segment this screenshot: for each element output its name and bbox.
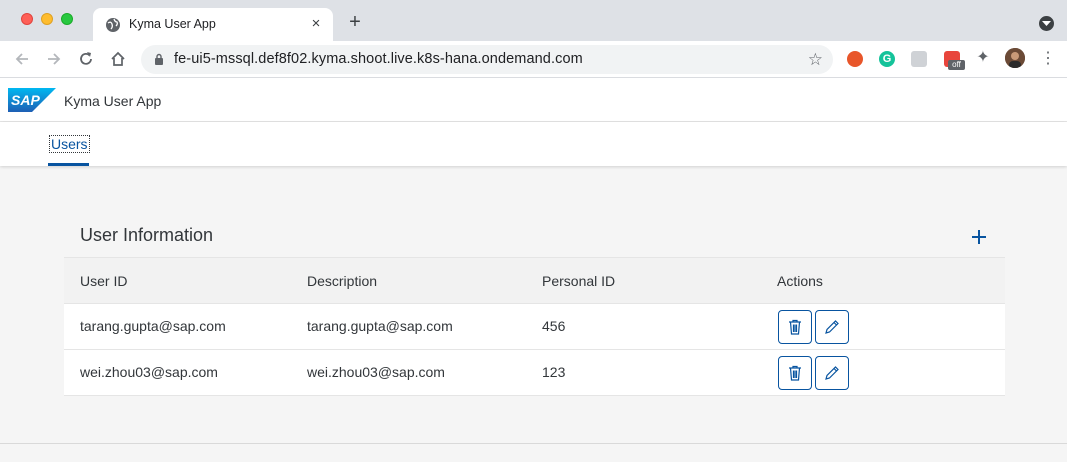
table-row[interactable]: wei.zhou03@sap.com wei.zhou03@sap.com 12… <box>64 350 1005 396</box>
tab-users-label: Users <box>49 135 90 153</box>
browser-titlebar: Kyma User App × + <box>0 0 1067 41</box>
bookmark-star-icon[interactable]: ☆ <box>808 50 823 70</box>
lock-icon <box>155 53 163 65</box>
delete-icon <box>789 319 801 335</box>
globe-icon <box>106 18 120 32</box>
app-title: Kyma User App <box>64 93 162 109</box>
grammarly-icon[interactable]: G <box>879 51 895 67</box>
column-header-description: Description <box>307 273 378 289</box>
cell-user-id: wei.zhou03@sap.com <box>80 364 218 380</box>
shellbar: SAP Kyma User App <box>0 78 1067 122</box>
url-text: fe-ui5-mssql.def8f02.kyma.shoot.live.k8s… <box>174 51 583 67</box>
table-header: User ID Description Personal ID Actions <box>64 257 1005 304</box>
table-title: User Information <box>80 225 214 245</box>
column-header-user-id: User ID <box>80 273 128 289</box>
window-close-button[interactable] <box>21 13 33 25</box>
tab-close-button[interactable]: × <box>307 15 325 33</box>
users-table: User ID Description Personal ID Actions … <box>64 257 1005 396</box>
extension-badge: off <box>948 60 965 70</box>
cell-personal-id: 456 <box>542 318 566 334</box>
tab-title: Kyma User App <box>129 17 216 31</box>
cell-description: wei.zhou03@sap.com <box>307 364 445 380</box>
sap-logo[interactable]: SAP <box>8 88 56 112</box>
column-header-actions: Actions <box>777 273 823 289</box>
browser-menu-button[interactable]: ⋮ <box>1040 50 1056 68</box>
puzzle-icon[interactable]: ✦ <box>975 50 991 66</box>
home-icon[interactable] <box>109 50 127 68</box>
window-minimize-button[interactable] <box>41 13 53 25</box>
edit-icon <box>825 320 839 334</box>
reload-icon[interactable] <box>77 50 95 68</box>
cell-personal-id: 123 <box>542 364 566 380</box>
cell-description: tarang.gupta@sap.com <box>307 318 453 334</box>
extension-icon[interactable] <box>911 51 927 67</box>
footer-divider <box>0 443 1067 444</box>
back-icon[interactable] <box>13 50 31 68</box>
browser-toolbar: fe-ui5-mssql.def8f02.kyma.shoot.live.k8s… <box>0 41 1067 78</box>
icon-tab-bar: Users <box>0 122 1067 166</box>
browser-tab[interactable]: Kyma User App × <box>93 8 333 41</box>
window-zoom-button[interactable] <box>61 13 73 25</box>
forward-icon[interactable] <box>45 50 63 68</box>
extension-icon[interactable] <box>847 51 863 67</box>
chevron-down-icon <box>1042 21 1051 26</box>
add-user-button[interactable] <box>966 224 992 250</box>
delete-button[interactable] <box>778 310 812 344</box>
profile-icon <box>1005 48 1025 68</box>
address-bar[interactable]: fe-ui5-mssql.def8f02.kyma.shoot.live.k8s… <box>141 45 833 74</box>
edit-icon <box>825 366 839 380</box>
tab-users[interactable]: Users <box>48 122 90 166</box>
delete-icon <box>789 365 801 381</box>
edit-button[interactable] <box>815 356 849 390</box>
table-row[interactable]: tarang.gupta@sap.com tarang.gupta@sap.co… <box>64 304 1005 350</box>
new-tab-button[interactable]: + <box>345 12 365 32</box>
avatar[interactable] <box>1005 48 1025 68</box>
tab-search-button[interactable] <box>1039 16 1054 31</box>
delete-button[interactable] <box>778 356 812 390</box>
cell-user-id: tarang.gupta@sap.com <box>80 318 226 334</box>
tab-selected-indicator <box>48 163 89 166</box>
add-icon <box>972 230 986 244</box>
column-header-personal-id: Personal ID <box>542 273 616 289</box>
edit-button[interactable] <box>815 310 849 344</box>
svg-text:SAP: SAP <box>11 92 40 108</box>
